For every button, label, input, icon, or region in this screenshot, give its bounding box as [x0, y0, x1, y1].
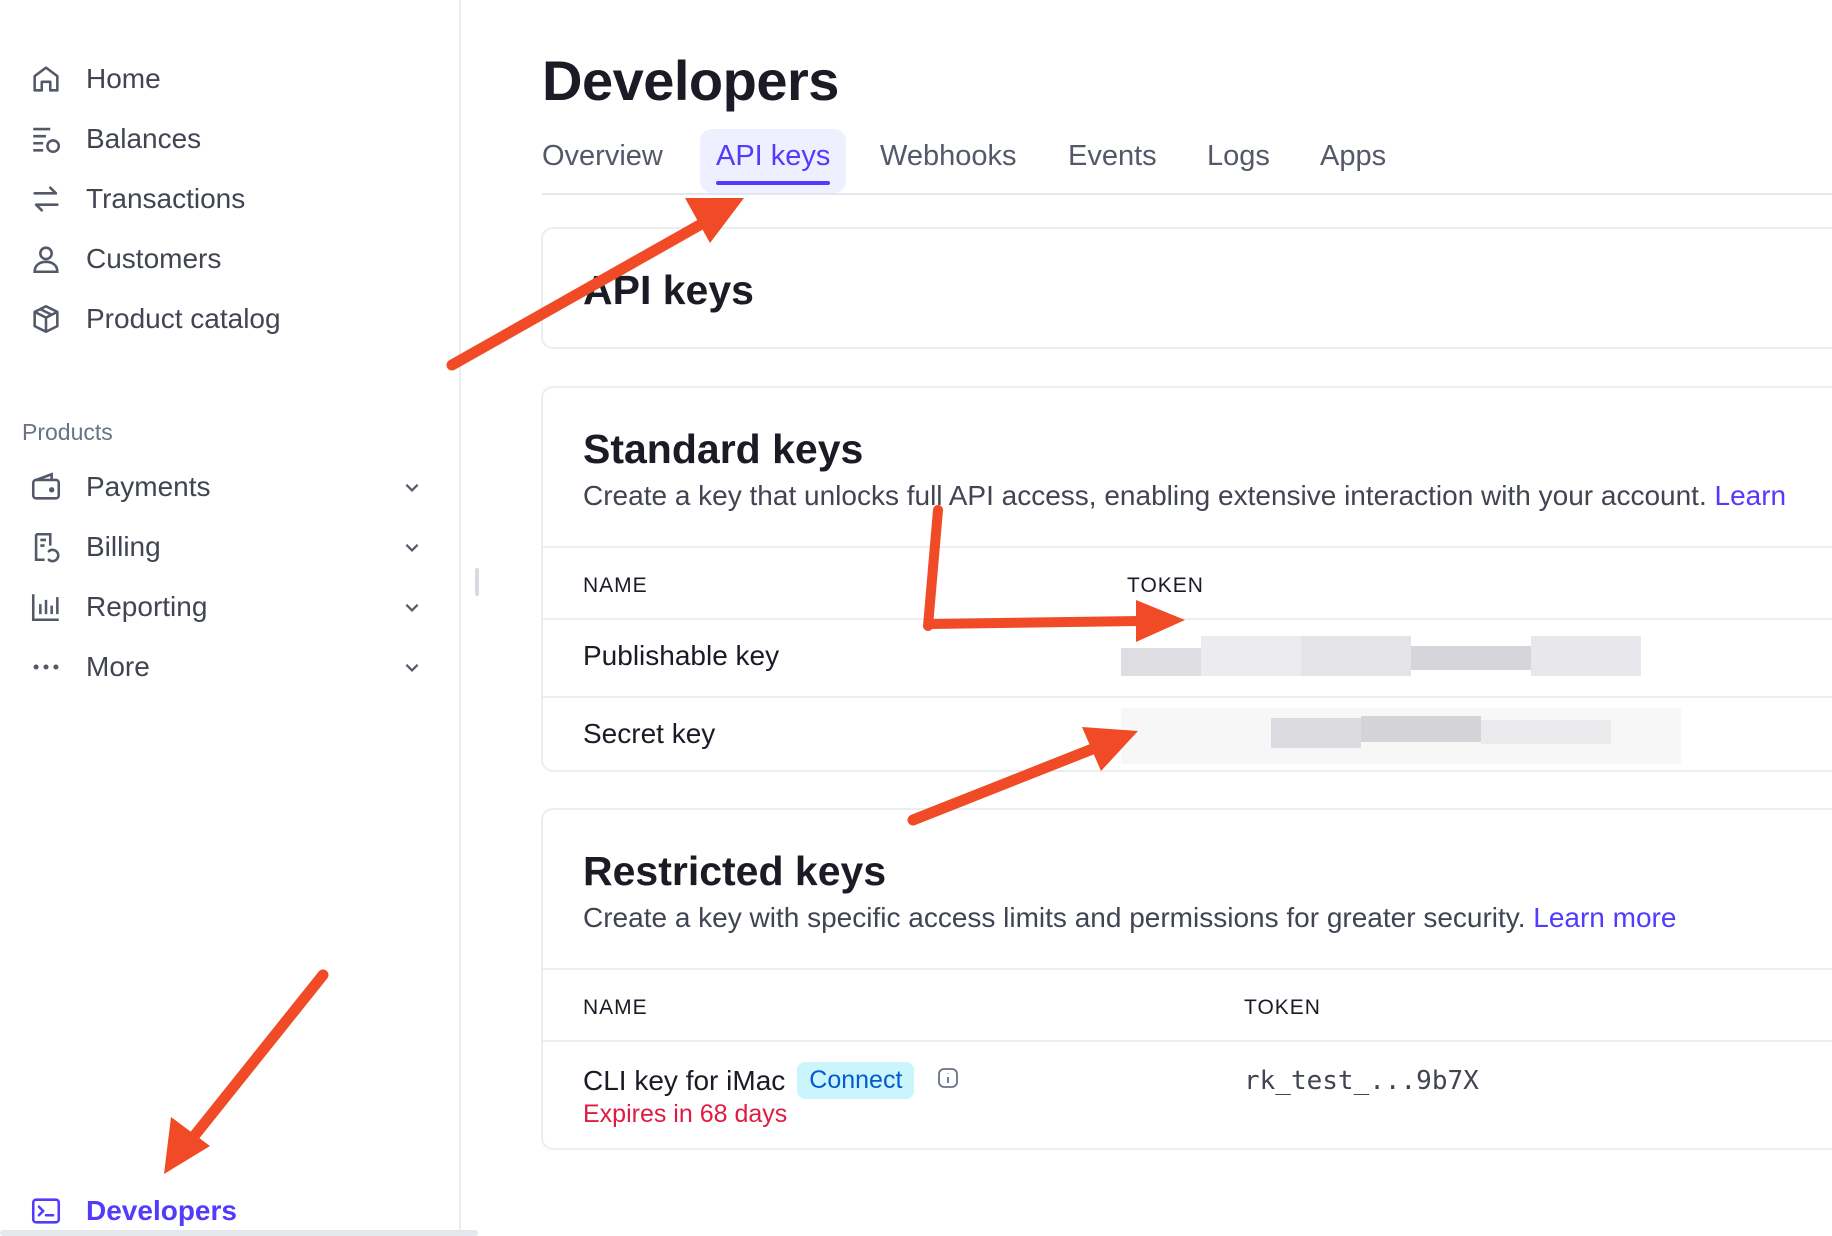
- sidebar-item-label: Transactions: [86, 183, 246, 214]
- chevron-down-icon[interactable]: [398, 593, 426, 621]
- sidebar-item-label: Customers: [86, 243, 222, 274]
- tab-events[interactable]: Events: [1068, 129, 1157, 193]
- standard-keys-heading: Standard keys: [583, 426, 864, 472]
- home-icon: [26, 59, 66, 99]
- api-keys-card: API keys: [541, 227, 1832, 349]
- chevron-down-icon[interactable]: [398, 473, 426, 501]
- page-title: Developers: [542, 49, 839, 112]
- restricted-keys-description: Create a key with specific access limits…: [583, 902, 1677, 933]
- sidebar-scrollbar[interactable]: [0, 1230, 478, 1236]
- standard-keys-description: Create a key that unlocks full API acces…: [583, 480, 1787, 511]
- restricted-key-token[interactable]: rk_test_...9b7X: [1244, 1066, 1479, 1096]
- publishable-key-token-redacted[interactable]: [1121, 636, 1641, 676]
- column-header-token: TOKEN: [1244, 996, 1321, 1019]
- sidebar-item-label: Developers: [86, 1195, 237, 1226]
- secret-key-token-redacted[interactable]: [1121, 708, 1681, 764]
- tab-logs[interactable]: Logs: [1207, 129, 1270, 193]
- sidebar-item-transactions[interactable]: Transactions: [26, 177, 426, 221]
- table-row[interactable]: CLI key for iMac Connect: [583, 1062, 960, 1099]
- publishable-key-label: Publishable key: [583, 640, 780, 671]
- divider: [543, 696, 1832, 698]
- divider: [543, 1040, 1832, 1042]
- connect-badge: Connect: [797, 1062, 915, 1099]
- more-dots-icon: [26, 647, 66, 687]
- tab-webhooks[interactable]: Webhooks: [880, 129, 1017, 193]
- balances-icon: [26, 119, 66, 159]
- info-icon[interactable]: [936, 1065, 960, 1097]
- sidebar-item-label: Payments: [86, 471, 211, 502]
- sidebar-item-label: Balances: [86, 123, 202, 154]
- divider: [543, 618, 1832, 620]
- customer-icon: [26, 239, 66, 279]
- bar-chart-icon: [26, 587, 66, 627]
- sidebar-item-more[interactable]: More: [26, 645, 426, 689]
- learn-more-link[interactable]: Learn: [1715, 480, 1787, 511]
- chevron-down-icon[interactable]: [398, 533, 426, 561]
- sidebar-section-products: Products: [22, 419, 113, 445]
- restricted-keys-card: Restricted keys Create a key with specif…: [541, 808, 1832, 1150]
- sidebar-item-balances[interactable]: Balances: [26, 117, 426, 161]
- sidebar-item-developers[interactable]: Developers: [26, 1189, 426, 1233]
- billing-icon: [26, 527, 66, 567]
- sidebar-item-product-catalog[interactable]: Product catalog: [26, 297, 426, 341]
- terminal-icon: [26, 1191, 66, 1231]
- restricted-keys-heading: Restricted keys: [583, 848, 887, 894]
- tab-apps[interactable]: Apps: [1320, 129, 1386, 193]
- column-header-name: NAME: [583, 574, 648, 597]
- divider: [543, 546, 1832, 548]
- tab-bar: Overview API keys Webhooks Events Logs A…: [542, 127, 1832, 195]
- sidebar-item-label: Product catalog: [86, 303, 281, 334]
- standard-keys-card: Standard keys Create a key that unlocks …: [541, 386, 1832, 772]
- divider: [543, 968, 1832, 970]
- tab-api-keys[interactable]: API keys: [700, 129, 847, 193]
- sidebar-item-billing[interactable]: Billing: [26, 525, 426, 569]
- transactions-icon: [26, 179, 66, 219]
- sidebar: Home Balances Transactions Customers Pro…: [0, 0, 461, 1236]
- sidebar-item-customers[interactable]: Customers: [26, 237, 426, 281]
- column-header-name: NAME: [583, 996, 648, 1019]
- learn-more-link[interactable]: Learn more: [1533, 902, 1676, 933]
- api-keys-heading: API keys: [583, 267, 754, 313]
- sidebar-item-label: Reporting: [86, 591, 208, 622]
- wallet-icon: [26, 467, 66, 507]
- column-header-token: TOKEN: [1127, 574, 1204, 597]
- expiry-text: Expires in 68 days: [583, 1100, 788, 1128]
- restricted-key-name[interactable]: CLI key for iMac: [583, 1065, 785, 1096]
- sidebar-item-payments[interactable]: Payments: [26, 465, 426, 509]
- sidebar-item-reporting[interactable]: Reporting: [26, 585, 426, 629]
- sidebar-item-label: Billing: [86, 531, 161, 562]
- secret-key-label: Secret key: [583, 718, 716, 749]
- tab-overview[interactable]: Overview: [542, 129, 663, 193]
- sidebar-item-label: Home: [86, 63, 161, 94]
- sidebar-item-home[interactable]: Home: [26, 57, 426, 101]
- sidebar-resize-handle[interactable]: [475, 568, 479, 596]
- chevron-down-icon[interactable]: [398, 653, 426, 681]
- box-icon: [26, 299, 66, 339]
- sidebar-item-label: More: [86, 651, 150, 682]
